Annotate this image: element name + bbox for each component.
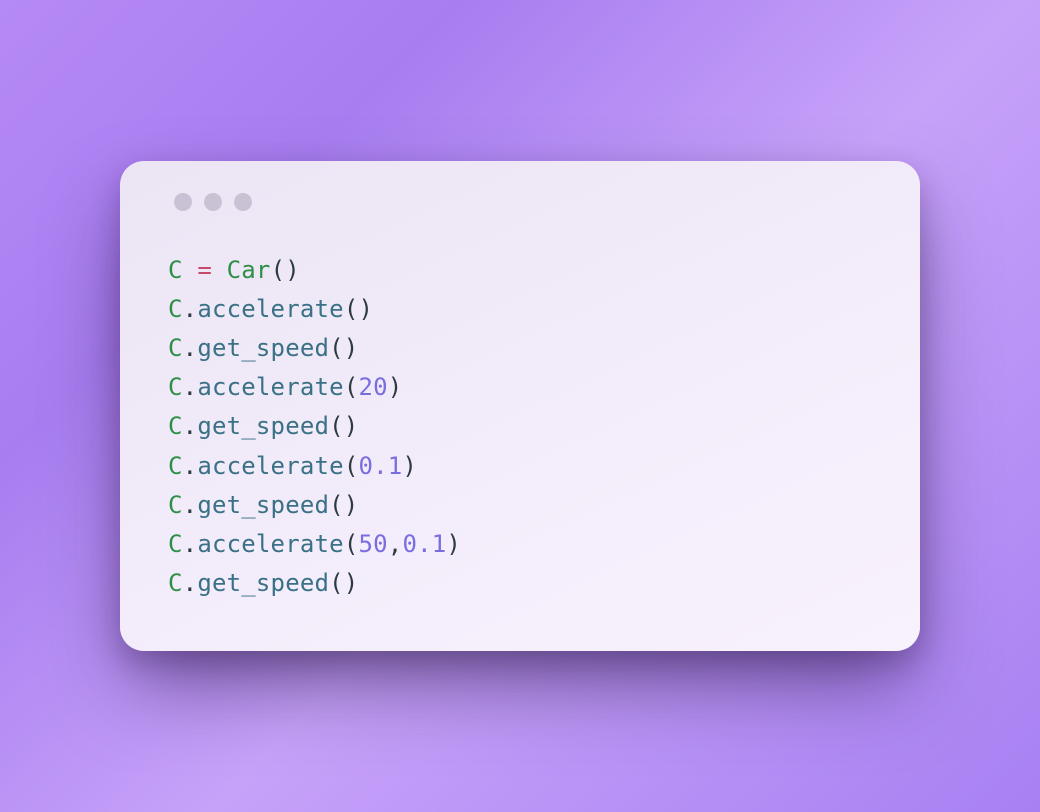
- code-token: get_speed: [197, 412, 329, 440]
- code-token: (): [329, 491, 358, 519]
- code-token: C: [168, 491, 183, 519]
- code-token: 0.1: [358, 452, 402, 480]
- code-token: .: [183, 452, 198, 480]
- code-line: C.get_speed(): [168, 329, 880, 368]
- code-token: C: [168, 334, 183, 362]
- code-token: get_speed: [197, 569, 329, 597]
- code-token: .: [183, 295, 198, 323]
- code-token: [212, 256, 227, 284]
- code-token: get_speed: [197, 491, 329, 519]
- code-line: C.accelerate(50,0.1): [168, 525, 880, 564]
- code-token: (): [329, 334, 358, 362]
- code-token: .: [183, 334, 198, 362]
- code-token: [183, 256, 198, 284]
- code-token: C: [168, 569, 183, 597]
- close-icon[interactable]: [174, 193, 192, 211]
- minimize-icon[interactable]: [204, 193, 222, 211]
- code-token: (): [344, 295, 373, 323]
- code-token: C: [168, 373, 183, 401]
- code-token: accelerate: [197, 295, 344, 323]
- code-token: .: [183, 412, 198, 440]
- code-token: C: [168, 295, 183, 323]
- code-line: C.get_speed(): [168, 564, 880, 603]
- code-token: ,: [388, 530, 403, 558]
- code-token: C: [168, 412, 183, 440]
- code-token: 0.1: [402, 530, 446, 558]
- code-line: C = Car(): [168, 251, 880, 290]
- code-token: ): [402, 452, 417, 480]
- code-token: accelerate: [197, 373, 344, 401]
- maximize-icon[interactable]: [234, 193, 252, 211]
- code-token: .: [183, 569, 198, 597]
- code-token: =: [197, 256, 212, 284]
- code-token: 50: [358, 530, 387, 558]
- code-window: C = Car()C.accelerate()C.get_speed()C.ac…: [120, 161, 920, 651]
- code-token: ): [388, 373, 403, 401]
- code-token: .: [183, 373, 198, 401]
- code-token: 20: [358, 373, 387, 401]
- code-token: Car: [227, 256, 271, 284]
- code-line: C.accelerate(20): [168, 368, 880, 407]
- code-token: accelerate: [197, 530, 344, 558]
- code-line: C.accelerate(0.1): [168, 447, 880, 486]
- code-token: (: [344, 452, 359, 480]
- code-line: C.accelerate(): [168, 290, 880, 329]
- code-token: get_speed: [197, 334, 329, 362]
- code-token: C: [168, 452, 183, 480]
- code-token: (): [329, 569, 358, 597]
- code-token: (): [329, 412, 358, 440]
- code-token: C: [168, 256, 183, 284]
- window-controls: [174, 193, 880, 211]
- code-token: .: [183, 491, 198, 519]
- code-token: accelerate: [197, 452, 344, 480]
- code-token: (: [344, 530, 359, 558]
- code-line: C.get_speed(): [168, 486, 880, 525]
- code-token: (): [271, 256, 300, 284]
- code-token: .: [183, 530, 198, 558]
- code-token: C: [168, 530, 183, 558]
- code-block: C = Car()C.accelerate()C.get_speed()C.ac…: [168, 251, 880, 603]
- code-line: C.get_speed(): [168, 407, 880, 446]
- code-token: (: [344, 373, 359, 401]
- code-token: ): [446, 530, 461, 558]
